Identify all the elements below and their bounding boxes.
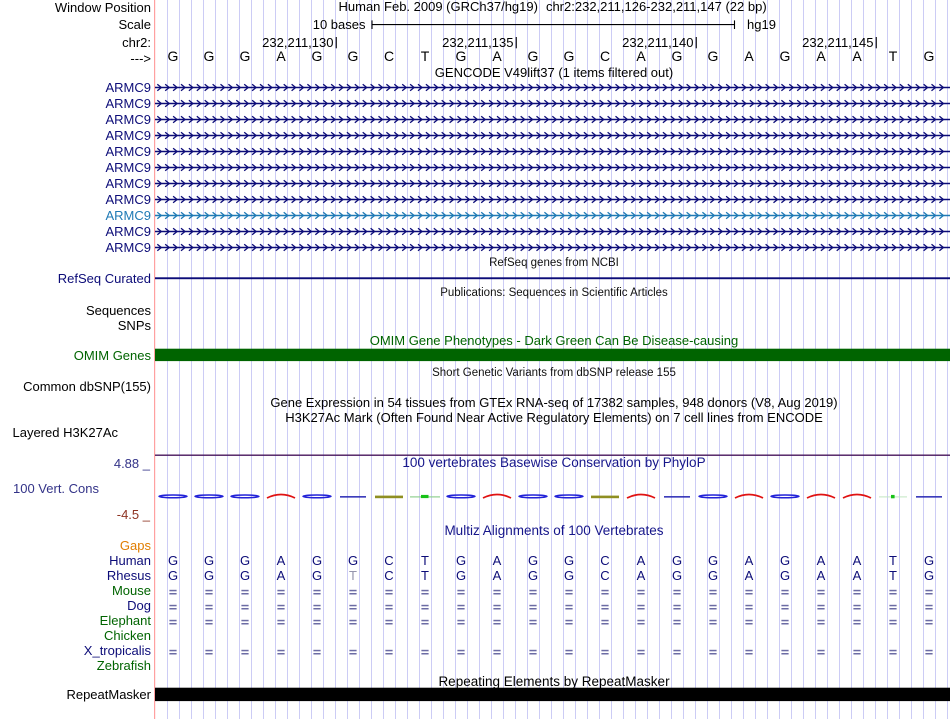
svg-text:G: G: [780, 553, 790, 568]
svg-text:G: G: [168, 48, 179, 64]
svg-text:A: A: [816, 48, 826, 64]
svg-text:T: T: [421, 553, 429, 568]
svg-text:A: A: [744, 48, 754, 64]
svg-text:C: C: [384, 553, 393, 568]
svg-text:G: G: [240, 48, 251, 64]
svg-text:G: G: [528, 48, 539, 64]
svg-text:A: A: [276, 48, 286, 64]
svg-text:A: A: [493, 553, 502, 568]
svg-text:G: G: [456, 48, 467, 64]
svg-text:G: G: [708, 553, 718, 568]
svg-text:G: G: [564, 48, 575, 64]
svg-text:G: G: [348, 48, 359, 64]
svg-text:G: G: [672, 48, 683, 64]
svg-text:A: A: [853, 553, 862, 568]
svg-text:G: G: [348, 553, 358, 568]
svg-text:A: A: [277, 568, 286, 583]
svg-text:A: A: [492, 48, 502, 64]
svg-text:G: G: [708, 48, 719, 64]
svg-text:G: G: [204, 553, 214, 568]
svg-text:A: A: [745, 553, 754, 568]
svg-text:G: G: [672, 553, 682, 568]
svg-text:A: A: [277, 553, 286, 568]
svg-text:G: G: [312, 48, 323, 64]
svg-text:C: C: [600, 553, 609, 568]
svg-text:G: G: [780, 48, 791, 64]
svg-text:G: G: [528, 568, 538, 583]
svg-text:T: T: [889, 553, 897, 568]
svg-text:G: G: [528, 553, 538, 568]
svg-text:G: G: [780, 568, 790, 583]
svg-text:G: G: [924, 568, 934, 583]
svg-text:A: A: [637, 568, 646, 583]
svg-text:G: G: [312, 568, 322, 583]
svg-text:G: G: [240, 553, 250, 568]
svg-text:G: G: [312, 553, 322, 568]
svg-text:A: A: [852, 48, 862, 64]
svg-text:C: C: [600, 48, 610, 64]
svg-text:T: T: [421, 568, 429, 583]
svg-text:G: G: [924, 48, 935, 64]
svg-text:G: G: [924, 553, 934, 568]
svg-text:A: A: [493, 568, 502, 583]
svg-text:A: A: [636, 48, 646, 64]
svg-text:A: A: [745, 568, 754, 583]
svg-text:T: T: [889, 48, 898, 64]
svg-text:G: G: [168, 553, 178, 568]
svg-text:T: T: [349, 568, 357, 583]
svg-text:A: A: [817, 553, 826, 568]
svg-text:G: G: [240, 568, 250, 583]
svg-text:A: A: [817, 568, 826, 583]
svg-text:A: A: [853, 568, 862, 583]
svg-text:G: G: [456, 553, 466, 568]
svg-text:T: T: [421, 48, 430, 64]
svg-text:C: C: [384, 48, 394, 64]
svg-text:G: G: [168, 568, 178, 583]
svg-text:G: G: [564, 568, 574, 583]
svg-text:T: T: [889, 568, 897, 583]
svg-text:A: A: [637, 553, 646, 568]
svg-text:G: G: [672, 568, 682, 583]
svg-text:C: C: [600, 568, 609, 583]
svg-text:G: G: [204, 48, 215, 64]
svg-text:G: G: [204, 568, 214, 583]
svg-text:G: G: [564, 553, 574, 568]
svg-text:C: C: [384, 568, 393, 583]
svg-text:G: G: [708, 568, 718, 583]
svg-text:G: G: [456, 568, 466, 583]
